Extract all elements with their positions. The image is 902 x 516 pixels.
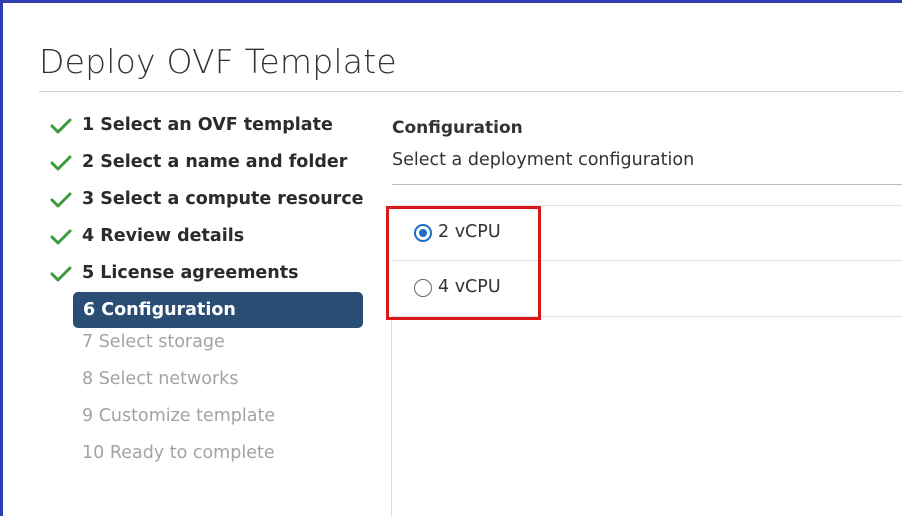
check-icon (50, 192, 72, 208)
step-label: 6 Configuration (83, 300, 236, 320)
pane-divider (391, 318, 392, 516)
step-select-ovf-template[interactable]: 1 Select an OVF template (50, 112, 370, 149)
step-label: 2 Select a name and folder (82, 152, 348, 172)
step-label: 3 Select a compute resource (82, 189, 364, 209)
step-select-storage: 7 Select storage (50, 329, 370, 366)
check-icon (50, 229, 72, 245)
step-label: 1 Select an OVF template (82, 115, 333, 135)
step-label: 8 Select networks (82, 369, 239, 389)
section-subheading: Select a deployment configuration (392, 150, 695, 170)
page-title: Deploy OVF Template (39, 42, 397, 81)
step-ready-to-complete: 10 Ready to complete (50, 440, 370, 477)
check-icon (50, 118, 72, 134)
step-label: 7 Select storage (82, 332, 225, 352)
step-select-networks: 8 Select networks (50, 366, 370, 403)
check-icon (50, 266, 72, 282)
step-label: 9 Customize template (82, 406, 276, 426)
step-review-details[interactable]: 4 Review details (50, 223, 370, 260)
step-select-name-folder[interactable]: 2 Select a name and folder (50, 149, 370, 186)
step-label: 5 License agreements (82, 263, 299, 283)
step-configuration[interactable]: 6 Configuration (73, 292, 363, 328)
check-icon (50, 155, 72, 171)
step-label: 4 Review details (82, 226, 245, 246)
step-select-compute-resource[interactable]: 3 Select a compute resource (50, 186, 370, 223)
section-divider (392, 184, 902, 185)
wizard-steps: 1 Select an OVF template 2 Select a name… (50, 112, 370, 477)
section-heading: Configuration (392, 118, 523, 138)
step-label: 10 Ready to complete (82, 443, 275, 463)
title-divider (39, 91, 902, 92)
step-customize-template: 9 Customize template (50, 403, 370, 440)
highlight-box (386, 206, 541, 320)
